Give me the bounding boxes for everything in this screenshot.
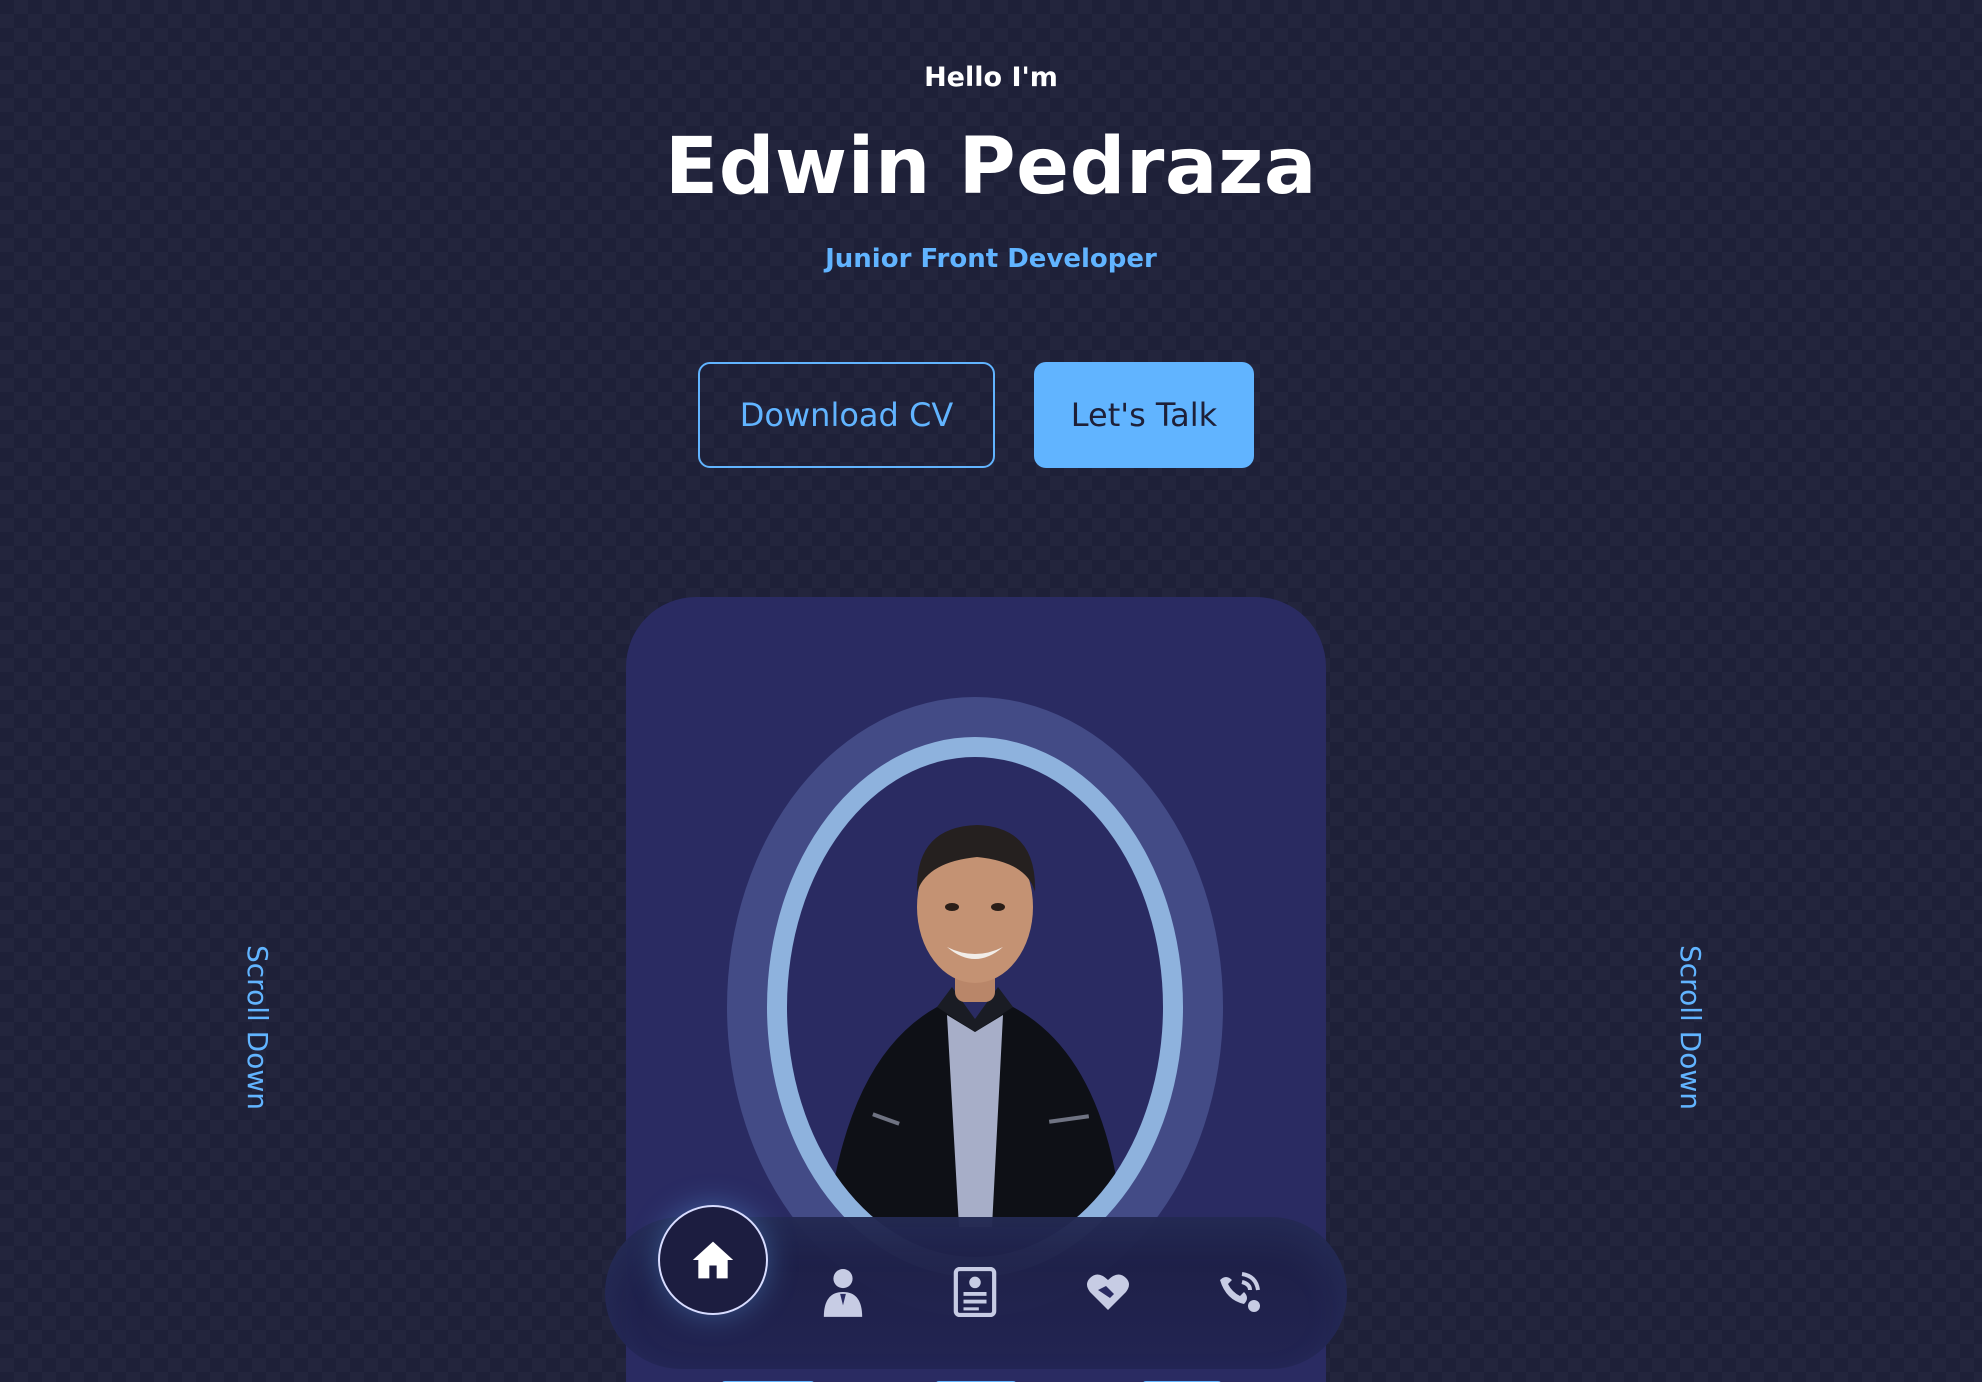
nav-contact[interactable]: [1215, 1267, 1265, 1317]
profile-photo: [787, 757, 1163, 1257]
nav-home[interactable]: [658, 1205, 768, 1315]
nav-services[interactable]: [1083, 1267, 1133, 1317]
heart-handshake-icon: [1087, 1274, 1129, 1310]
scroll-down-link-left[interactable]: Scroll Down: [241, 945, 274, 1115]
contact-icon: [1220, 1272, 1260, 1312]
bottom-nav-dock: [605, 1205, 1347, 1369]
person-icon: [823, 1269, 863, 1317]
hero-greeting: Hello I'm: [924, 62, 1058, 93]
lets-talk-button[interactable]: Let's Talk: [1034, 362, 1254, 468]
person-illustration: [827, 825, 1123, 1227]
resume-icon: [953, 1267, 997, 1317]
hero-role: Junior Front Developer: [825, 244, 1157, 274]
nav-about[interactable]: [818, 1267, 868, 1317]
home-icon: [692, 1241, 734, 1279]
download-cv-button[interactable]: Download CV: [698, 362, 995, 468]
scroll-down-link-right[interactable]: Scroll Down: [1674, 945, 1707, 1115]
nav-resume[interactable]: [950, 1267, 1000, 1317]
hero-name: Edwin Pedraza: [664, 122, 1318, 212]
